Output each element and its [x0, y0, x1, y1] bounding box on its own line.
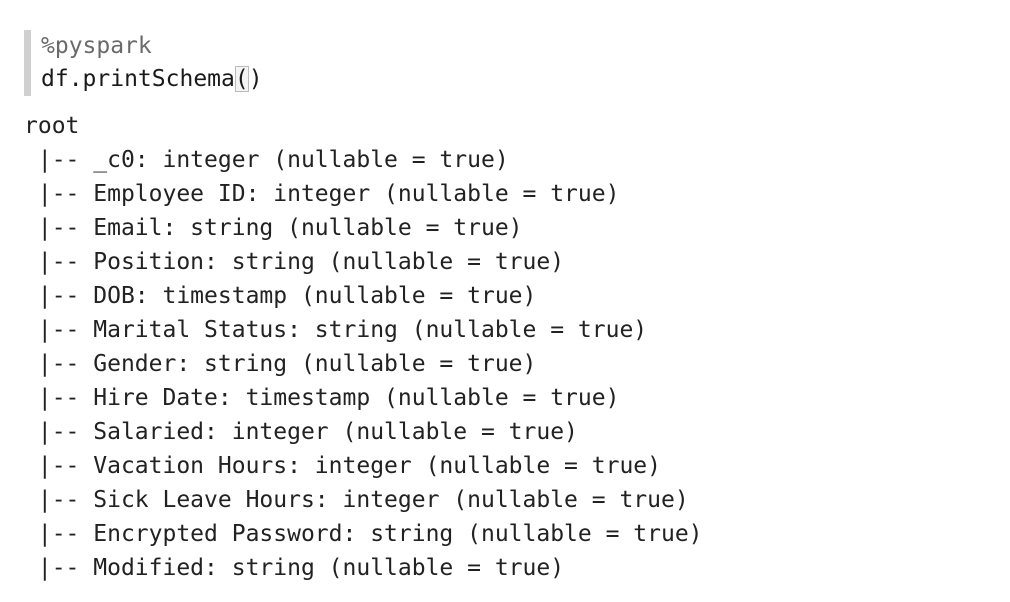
tree-branch: |-- [24, 419, 94, 445]
tree-branch: |-- [24, 555, 94, 581]
interpreter-magic: %pyspark [41, 33, 152, 59]
schema-field-text: Gender: string (nullable = true) [93, 351, 537, 377]
schema-field: |-- Sick Leave Hours: integer (nullable … [24, 483, 984, 517]
tree-branch: |-- [24, 351, 94, 377]
tree-branch: |-- [24, 147, 94, 173]
tree-branch: |-- [24, 385, 94, 411]
code-statement: df.printSchema [41, 66, 235, 92]
schema-field: |-- Vacation Hours: integer (nullable = … [24, 449, 984, 483]
code-line-statement[interactable]: df.printSchema() [41, 63, 424, 96]
schema-field: |-- Hire Date: timestamp (nullable = tru… [24, 381, 984, 415]
tree-branch: |-- [24, 521, 94, 547]
tree-branch: |-- [24, 283, 94, 309]
code-cell-input[interactable]: %pyspark df.printSchema() [24, 30, 424, 96]
schema-field: |-- Salaried: integer (nullable = true) [24, 415, 984, 449]
cell-output: root |-- _c0: integer (nullable = true) … [24, 109, 984, 585]
tree-branch: |-- [24, 487, 94, 513]
matched-paren-close: ) [248, 66, 263, 92]
schema-field: |-- Marital Status: string (nullable = t… [24, 313, 984, 347]
tree-branch: |-- [24, 181, 94, 207]
schema-field-text: Vacation Hours: integer (nullable = true… [93, 453, 661, 479]
matched-paren-open: ( [234, 66, 249, 92]
schema-field-text: Salaried: integer (nullable = true) [93, 419, 578, 445]
schema-field-text: Email: string (nullable = true) [93, 215, 523, 241]
schema-field: |-- Position: string (nullable = true) [24, 245, 984, 279]
schema-field-text: Employee ID: integer (nullable = true) [93, 181, 620, 207]
code-line-magic[interactable]: %pyspark [41, 30, 424, 63]
schema-root: root [24, 113, 80, 139]
schema-field-text: Hire Date: timestamp (nullable = true) [93, 385, 620, 411]
tree-branch: |-- [24, 249, 94, 275]
schema-field-text: Encrypted Password: string (nullable = t… [93, 521, 703, 547]
schema-field: |-- Modified: string (nullable = true) [24, 551, 984, 585]
tree-branch: |-- [24, 215, 94, 241]
tree-branch: |-- [24, 453, 94, 479]
schema-field-text: Modified: string (nullable = true) [93, 555, 565, 581]
schema-field: |-- Encrypted Password: string (nullable… [24, 517, 984, 551]
schema-field: |-- Email: string (nullable = true) [24, 211, 984, 245]
schema-field-text: Position: string (nullable = true) [93, 249, 565, 275]
schema-field: |-- DOB: timestamp (nullable = true) [24, 279, 984, 313]
schema-field: |-- _c0: integer (nullable = true) [24, 143, 984, 177]
schema-field-text: DOB: timestamp (nullable = true) [93, 283, 537, 309]
schema-field-text: Marital Status: string (nullable = true) [93, 317, 648, 343]
schema-field-text: Sick Leave Hours: integer (nullable = tr… [93, 487, 689, 513]
schema-field: |-- Employee ID: integer (nullable = tru… [24, 177, 984, 211]
tree-branch: |-- [24, 317, 94, 343]
schema-field-text: _c0: integer (nullable = true) [93, 147, 509, 173]
schema-field: |-- Gender: string (nullable = true) [24, 347, 984, 381]
